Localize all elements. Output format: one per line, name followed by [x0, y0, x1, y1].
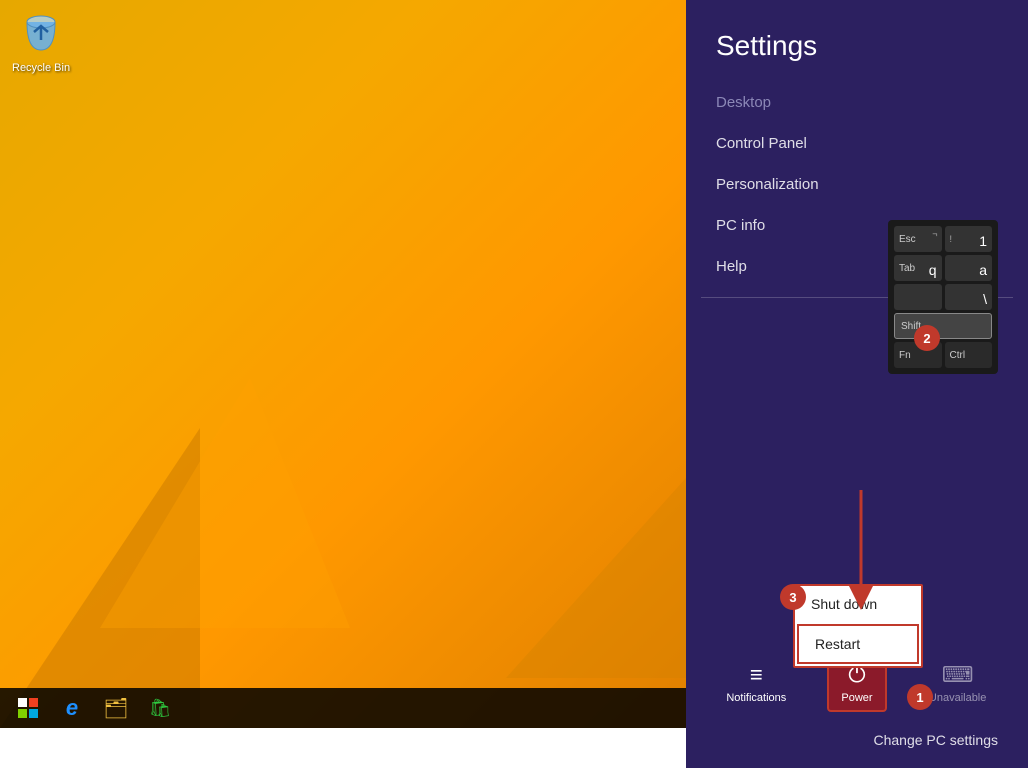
keyboard-overlay: Esc¬ !1 Tabq a \ Shift Fn Ctrl [888, 220, 998, 374]
keyboard-label: Unavailable [929, 692, 986, 704]
change-pc-settings[interactable]: Change PC settings [686, 722, 1028, 768]
ie-button[interactable]: e [52, 690, 92, 726]
keyboard-icon: ⌨ [942, 662, 974, 688]
notifications-button[interactable]: ≡ Notifications [726, 662, 786, 704]
notifications-label: Notifications [726, 692, 786, 704]
key-shift: Shift [894, 313, 992, 339]
power-label: Power [841, 692, 872, 704]
start-button[interactable] [8, 690, 48, 726]
key-caps [894, 284, 942, 310]
key-backslash: \ [945, 284, 993, 310]
key-esc: Esc¬ [894, 226, 942, 252]
store-button[interactable]: 🛍 [140, 690, 180, 726]
badge-2: 2 [914, 325, 940, 351]
settings-item-desktop[interactable]: Desktop [686, 82, 1028, 123]
recycle-bin-icon[interactable]: Recycle Bin [12, 10, 70, 74]
taskbar: e 🗂 🛍 [0, 688, 686, 728]
settings-item-personalization[interactable]: Personalization [686, 164, 1028, 205]
badge-1: 1 [907, 684, 933, 710]
keyboard-button[interactable]: ⌨ Unavailable [928, 662, 988, 704]
settings-title: Settings [686, 0, 1028, 82]
key-ctrl: Ctrl [945, 342, 993, 368]
key-tab: Tabq [894, 255, 942, 281]
badge-3: 3 [780, 584, 806, 610]
key-1: !1 [945, 226, 993, 252]
red-arrow [836, 490, 886, 610]
settings-item-control-panel[interactable]: Control Panel [686, 123, 1028, 164]
recycle-bin-label: Recycle Bin [12, 62, 70, 74]
notifications-icon: ≡ [750, 662, 763, 688]
desktop: Recycle Bin e 🗂 🛍 [0, 0, 686, 728]
recycle-bin-image [17, 10, 65, 58]
key-q: a [945, 255, 993, 281]
restart-option[interactable]: Restart [797, 624, 919, 664]
file-explorer-button[interactable]: 🗂 [96, 690, 136, 726]
